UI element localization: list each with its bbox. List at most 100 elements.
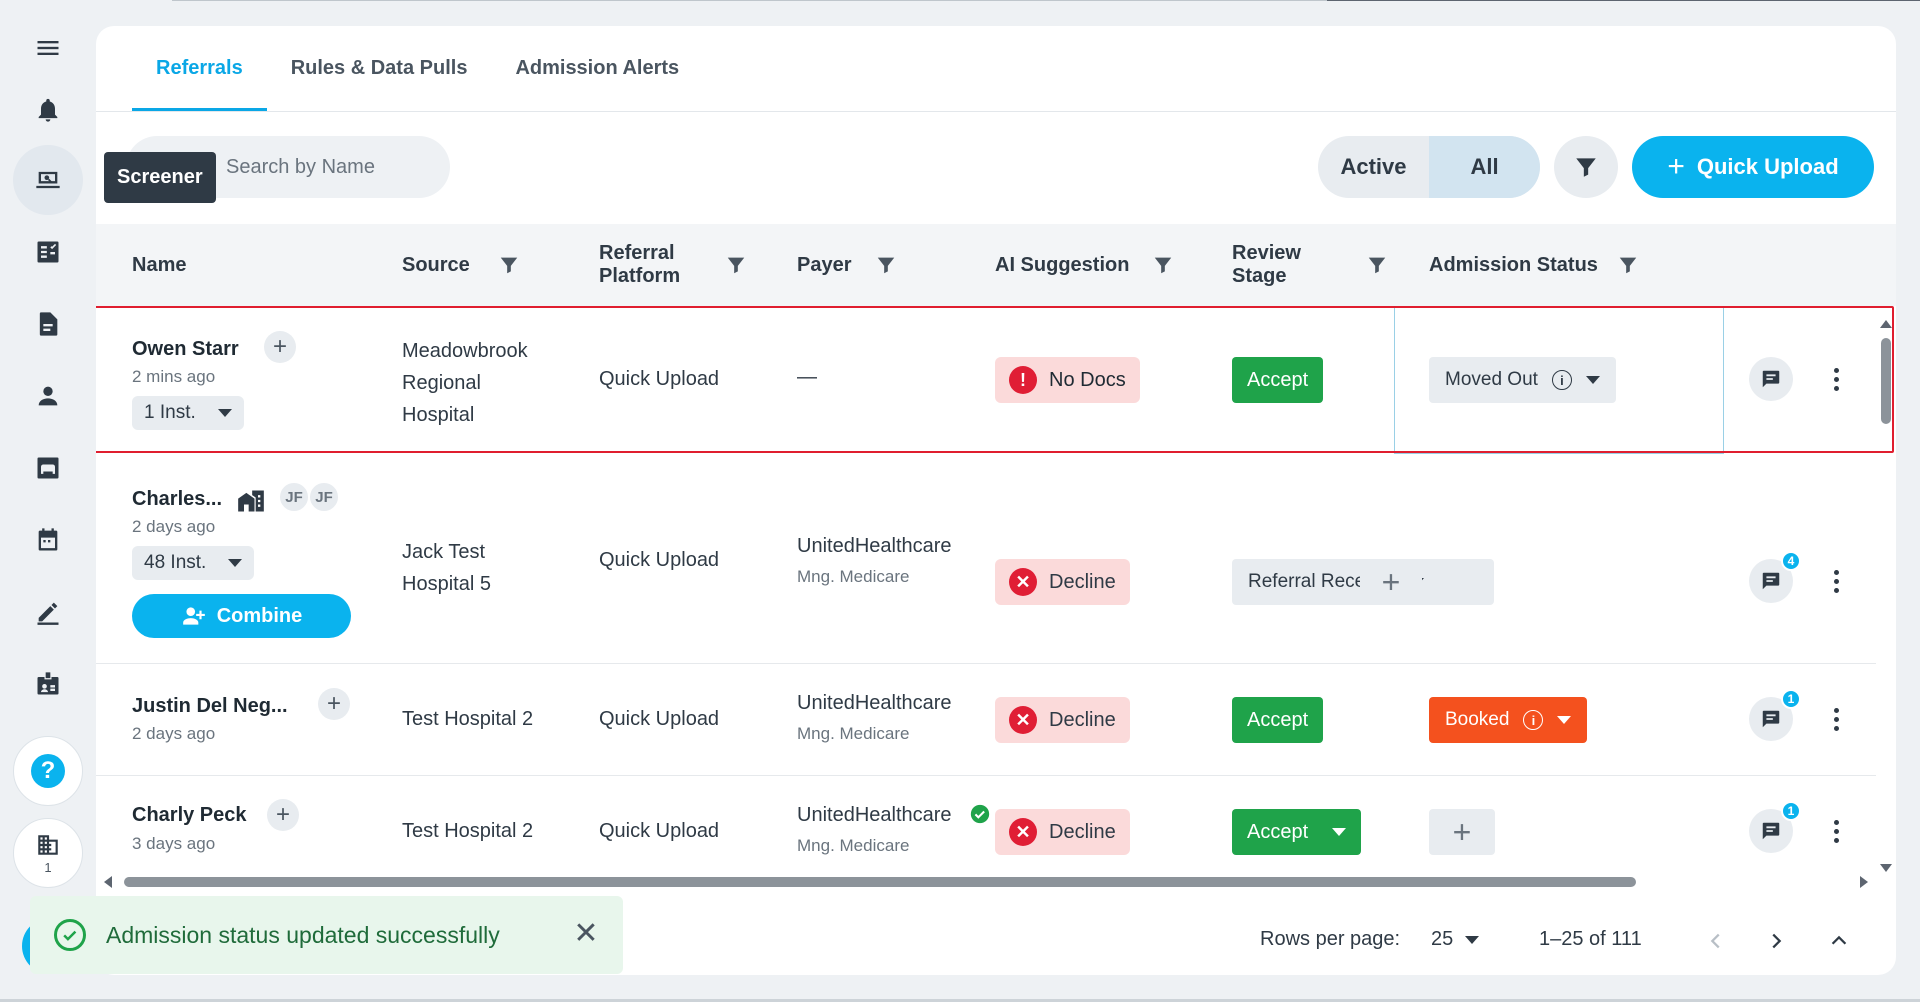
tab-divider bbox=[96, 111, 1896, 112]
checklist-icon[interactable] bbox=[12, 220, 84, 284]
scroll-down-arrow[interactable] bbox=[1880, 864, 1892, 872]
ai-suggestion-badge[interactable]: ! No Docs bbox=[995, 357, 1140, 403]
tab-referrals[interactable]: Referrals bbox=[132, 26, 267, 111]
patient-name[interactable]: Justin Del Neg... bbox=[132, 695, 288, 718]
payer-cell: UnitedHealthcare bbox=[797, 692, 952, 714]
admission-status-dropdown[interactable]: Moved Out i bbox=[1429, 357, 1616, 403]
scroll-up-arrow[interactable] bbox=[1880, 320, 1892, 328]
filter-icon[interactable] bbox=[498, 254, 520, 276]
column-ai-suggestion[interactable]: AI Suggestion bbox=[995, 224, 1172, 306]
comments-button[interactable]: 1 bbox=[1749, 801, 1801, 853]
more-options-icon[interactable] bbox=[1826, 704, 1846, 734]
horizontal-scroll-thumb[interactable] bbox=[124, 877, 1636, 887]
filter-icon[interactable] bbox=[725, 254, 747, 276]
bed-icon[interactable] bbox=[12, 436, 84, 500]
check-circle-icon bbox=[54, 919, 86, 951]
more-options-icon[interactable] bbox=[1826, 364, 1846, 394]
table-row[interactable]: Owen Starr + 2 mins ago 1 Inst. Meadowbr… bbox=[96, 307, 1876, 453]
quick-upload-label: Quick Upload bbox=[1696, 154, 1839, 179]
admission-status-dropdown[interactable]: Booked i bbox=[1429, 697, 1588, 743]
patient-name[interactable]: Owen Starr bbox=[132, 338, 239, 361]
instance-dropdown[interactable]: 1 Inst. bbox=[132, 396, 244, 430]
add-status-button[interactable]: + bbox=[1429, 809, 1495, 855]
more-options-icon[interactable] bbox=[1826, 816, 1846, 846]
patient-name[interactable]: Charly Peck bbox=[132, 804, 247, 827]
person-icon[interactable] bbox=[12, 364, 84, 428]
info-icon[interactable]: i bbox=[1551, 370, 1572, 390]
vertical-scroll-thumb[interactable] bbox=[1881, 338, 1891, 424]
table-row[interactable]: Charles... JF JF 2 days ago 48 Inst. Com… bbox=[96, 453, 1876, 664]
menu-icon[interactable] bbox=[12, 16, 84, 80]
review-stage-dropdown[interactable]: Accept bbox=[1232, 809, 1362, 855]
info-icon[interactable]: i bbox=[1523, 710, 1544, 730]
column-payer[interactable]: Payer bbox=[797, 224, 895, 306]
column-name[interactable]: Name bbox=[132, 224, 186, 306]
tab-admission-alerts[interactable]: Admission Alerts bbox=[491, 26, 703, 111]
scroll-left-arrow[interactable] bbox=[104, 876, 112, 888]
ai-suggestion-badge[interactable]: ✕ Decline bbox=[995, 697, 1130, 743]
badge-icon[interactable] bbox=[12, 652, 84, 716]
column-referral-platform[interactable]: Referral Platform bbox=[599, 224, 745, 306]
toggle-active[interactable]: Active bbox=[1318, 136, 1429, 198]
filter-icon[interactable] bbox=[1152, 254, 1174, 276]
help-button[interactable]: ? bbox=[13, 736, 83, 806]
sidebar-item-screener[interactable] bbox=[12, 145, 84, 215]
column-status-label: Admission Status bbox=[1429, 253, 1598, 276]
column-admission-status[interactable]: Admission Status bbox=[1429, 224, 1637, 306]
filter-icon[interactable] bbox=[1617, 254, 1639, 276]
source-cell: Meadowbrook Regional Hospital bbox=[402, 340, 528, 426]
filter-button[interactable] bbox=[1554, 136, 1618, 198]
quick-upload-button[interactable]: + Quick Upload bbox=[1632, 136, 1874, 198]
payer-cell: — bbox=[797, 366, 817, 388]
platform-cell: Quick Upload bbox=[599, 368, 720, 390]
admission-status-label: Booked bbox=[1445, 709, 1510, 730]
add-contact-button[interactable]: + bbox=[264, 331, 296, 363]
patient-name[interactable]: Charles... bbox=[132, 488, 222, 511]
vertical-scrollbar[interactable] bbox=[1876, 312, 1896, 872]
chevron-up-icon bbox=[1831, 935, 1847, 945]
scroll-right-arrow[interactable] bbox=[1860, 876, 1868, 888]
toggle-all[interactable]: All bbox=[1429, 136, 1540, 198]
ai-suggestion-badge[interactable]: ✕ Decline bbox=[995, 809, 1130, 855]
tab-rules-data-pulls[interactable]: Rules & Data Pulls bbox=[267, 26, 492, 111]
scroll-top-button[interactable] bbox=[1824, 926, 1854, 956]
table-row[interactable]: Justin Del Neg... + 2 days ago Test Hosp… bbox=[96, 664, 1876, 776]
close-icon[interactable]: ✕ bbox=[571, 919, 601, 950]
add-status-button[interactable]: + bbox=[1360, 559, 1422, 605]
ai-suggestion-badge[interactable]: ✕ Decline bbox=[995, 559, 1130, 605]
add-contact-button[interactable]: + bbox=[318, 688, 350, 720]
column-source[interactable]: Source bbox=[402, 224, 518, 306]
comment-icon bbox=[1762, 710, 1780, 728]
pagination-range: 1–25 of 111 bbox=[1539, 928, 1642, 950]
document-icon[interactable] bbox=[12, 292, 84, 356]
avatar[interactable]: JF bbox=[278, 481, 310, 513]
rows-per-page-select[interactable]: 25 bbox=[1431, 928, 1480, 951]
comments-button[interactable]: 4 bbox=[1749, 551, 1801, 603]
alert-icon: ! bbox=[1009, 366, 1037, 394]
sidebar-tooltip: Screener bbox=[104, 152, 216, 203]
filter-icon[interactable] bbox=[1366, 254, 1388, 276]
instance-dropdown[interactable]: 48 Inst. bbox=[132, 546, 255, 580]
review-stage-button[interactable]: Accept bbox=[1232, 357, 1324, 403]
column-review-stage[interactable]: Review Stage bbox=[1232, 224, 1386, 306]
next-page-button[interactable] bbox=[1761, 926, 1791, 956]
avatar[interactable]: JF bbox=[308, 481, 340, 513]
table-row[interactable]: Charly Peck + 3 days ago Test Hospital 2… bbox=[96, 776, 1876, 876]
bell-icon[interactable] bbox=[12, 78, 84, 142]
facility-selector[interactable]: 1 bbox=[13, 818, 83, 888]
review-stage-button[interactable]: Accept bbox=[1232, 697, 1324, 743]
more-options-icon[interactable] bbox=[1826, 566, 1846, 596]
calendar-icon[interactable] bbox=[12, 508, 84, 572]
pen-icon[interactable] bbox=[12, 580, 84, 644]
add-user-icon bbox=[182, 607, 205, 625]
comments-button[interactable] bbox=[1749, 357, 1793, 401]
horizontal-scrollbar[interactable] bbox=[102, 872, 1876, 892]
review-stage-label: Accept bbox=[1247, 708, 1309, 731]
combine-button[interactable]: Combine bbox=[132, 594, 351, 638]
active-all-toggle[interactable]: Active All bbox=[1318, 136, 1540, 198]
add-contact-button[interactable]: + bbox=[267, 799, 299, 831]
payer-cell: UnitedHealthcare bbox=[797, 804, 952, 826]
prev-page-button[interactable] bbox=[1701, 926, 1731, 956]
filter-icon[interactable] bbox=[875, 254, 897, 276]
comments-button[interactable]: 1 bbox=[1749, 689, 1801, 741]
